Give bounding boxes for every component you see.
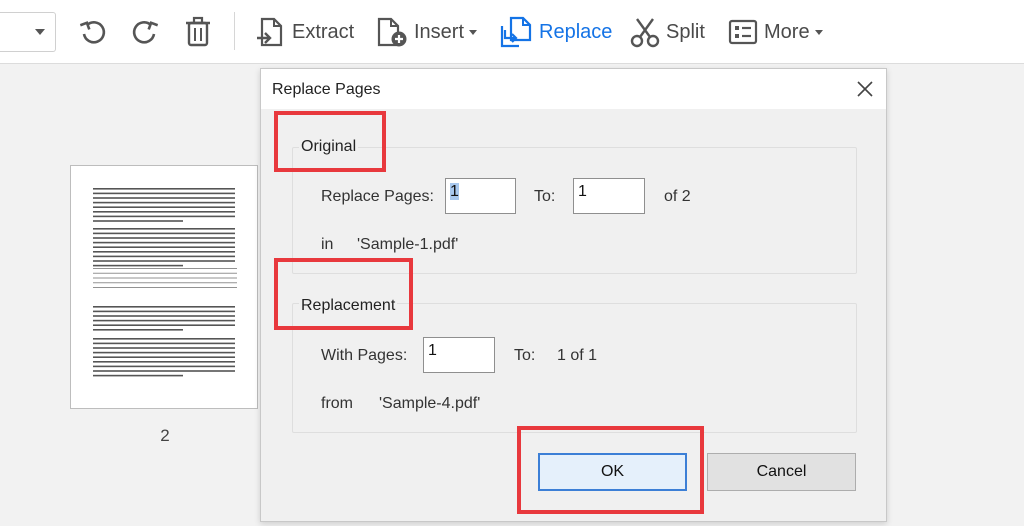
thumbnail-text-line [93, 237, 235, 239]
replace-icon [500, 16, 532, 48]
with-pages-value: 1 [428, 342, 437, 359]
replace-from-value: 1 [450, 183, 459, 200]
thumbnail-text-line [93, 315, 235, 317]
more-button[interactable]: More [728, 12, 823, 52]
thumbnail-text-line [93, 188, 235, 190]
insert-label: Insert [414, 20, 465, 43]
thumbnail-text-line [93, 365, 235, 368]
thumbnail-text-line [93, 220, 183, 222]
original-file-name: 'Sample-1.pdf' [357, 236, 459, 253]
toolbar: Extract Insert Replace Split More [0, 0, 1024, 64]
more-icon [728, 19, 758, 45]
thumbnail-text-line [93, 319, 235, 322]
close-icon [857, 81, 873, 97]
page-content-preview [93, 188, 237, 377]
from-label: from [321, 395, 353, 412]
with-pages-label: With Pages: [321, 347, 408, 364]
with-to-text: 1 of 1 [557, 347, 598, 364]
more-label: More [764, 20, 810, 43]
thumbnail-table-rule [93, 287, 237, 288]
thumbnail-text-line [93, 241, 235, 244]
replace-to-label: To: [534, 188, 556, 205]
thumbnail-text-line [93, 351, 235, 354]
page-dropdown[interactable] [0, 12, 56, 52]
original-highlight-box [274, 111, 386, 172]
thumbnail-text-line [93, 260, 235, 262]
thumbnail-text-line [93, 192, 235, 195]
extract-label: Extract [292, 20, 355, 43]
thumbnail-text-line [93, 246, 235, 248]
thumbnail-text-line [93, 206, 235, 208]
thumbnail-text-line [93, 255, 235, 258]
chevron-down-icon [814, 29, 823, 35]
thumbnail-text-line [93, 370, 235, 372]
insert-button[interactable]: Insert [376, 12, 478, 52]
thumbnail-text-line [93, 310, 235, 313]
replacement-highlight-box [274, 258, 413, 330]
thumbnail-text-line [93, 356, 235, 358]
dialog-title: Replace Pages [272, 81, 381, 98]
thumbnail-text-line [93, 338, 235, 340]
cancel-button[interactable]: Cancel [707, 453, 856, 491]
toolbar-divider [234, 12, 235, 50]
thumbnail-text-line [93, 374, 183, 377]
with-pages-field[interactable]: 1 [423, 337, 495, 373]
dialog-header: Replace Pages [261, 69, 886, 109]
undo-icon [79, 20, 106, 44]
replace-pages-label: Replace Pages: [321, 188, 434, 205]
thumbnail-text-line [93, 201, 235, 204]
thumbnail-text-line [93, 347, 235, 349]
thumbnail-text-line [93, 197, 235, 199]
chevron-down-icon [35, 29, 45, 35]
insert-icon [377, 17, 407, 47]
thumbnail-text-line [93, 264, 183, 267]
split-button[interactable]: Split [630, 12, 705, 52]
thumbnail-text-line [93, 306, 235, 308]
redo-icon [132, 20, 159, 44]
thumbnail-text-line [93, 342, 235, 345]
scissors-icon [630, 18, 660, 48]
in-label: in [321, 236, 334, 253]
thumbnail-text-line [93, 228, 235, 230]
thumbnail-text-line [93, 361, 235, 363]
thumbnail-text-line [93, 211, 235, 213]
replace-from-field[interactable]: 1 [445, 178, 516, 214]
ok-highlight-box [517, 426, 704, 514]
replace-button[interactable]: Replace [499, 12, 612, 52]
extract-icon [257, 17, 283, 47]
thumbnail-text-line [93, 232, 235, 235]
thumbnail-text-line [93, 251, 235, 253]
thumbnail-table-rule [93, 277, 237, 279]
replacement-file-name: 'Sample-4.pdf' [379, 395, 481, 412]
replace-to-value: 1 [578, 183, 587, 200]
thumbnail-table-rule [93, 272, 237, 274]
split-label: Split [666, 20, 705, 43]
thumbnail-table-rule [93, 268, 237, 269]
delete-button[interactable] [178, 12, 218, 52]
chevron-down-icon [469, 29, 478, 35]
thumbnail-text-line [93, 324, 235, 326]
page-number: 2 [160, 426, 170, 445]
extract-button[interactable]: Extract [254, 12, 354, 52]
thumbnail-text-line [93, 329, 183, 331]
page-thumbnail[interactable] [70, 165, 258, 409]
replace-to-field[interactable]: 1 [573, 178, 645, 214]
redo-button[interactable] [125, 12, 165, 52]
undo-button[interactable] [73, 12, 113, 52]
with-to-label: To: [514, 347, 536, 364]
thumbnail-table-rule [93, 282, 237, 284]
cancel-label: Cancel [756, 463, 807, 480]
close-button[interactable] [854, 78, 876, 100]
replace-label: Replace [539, 20, 613, 43]
page-count-text: of 2 [664, 188, 691, 205]
trash-icon [186, 16, 210, 47]
thumbnail-text-line [93, 215, 235, 218]
